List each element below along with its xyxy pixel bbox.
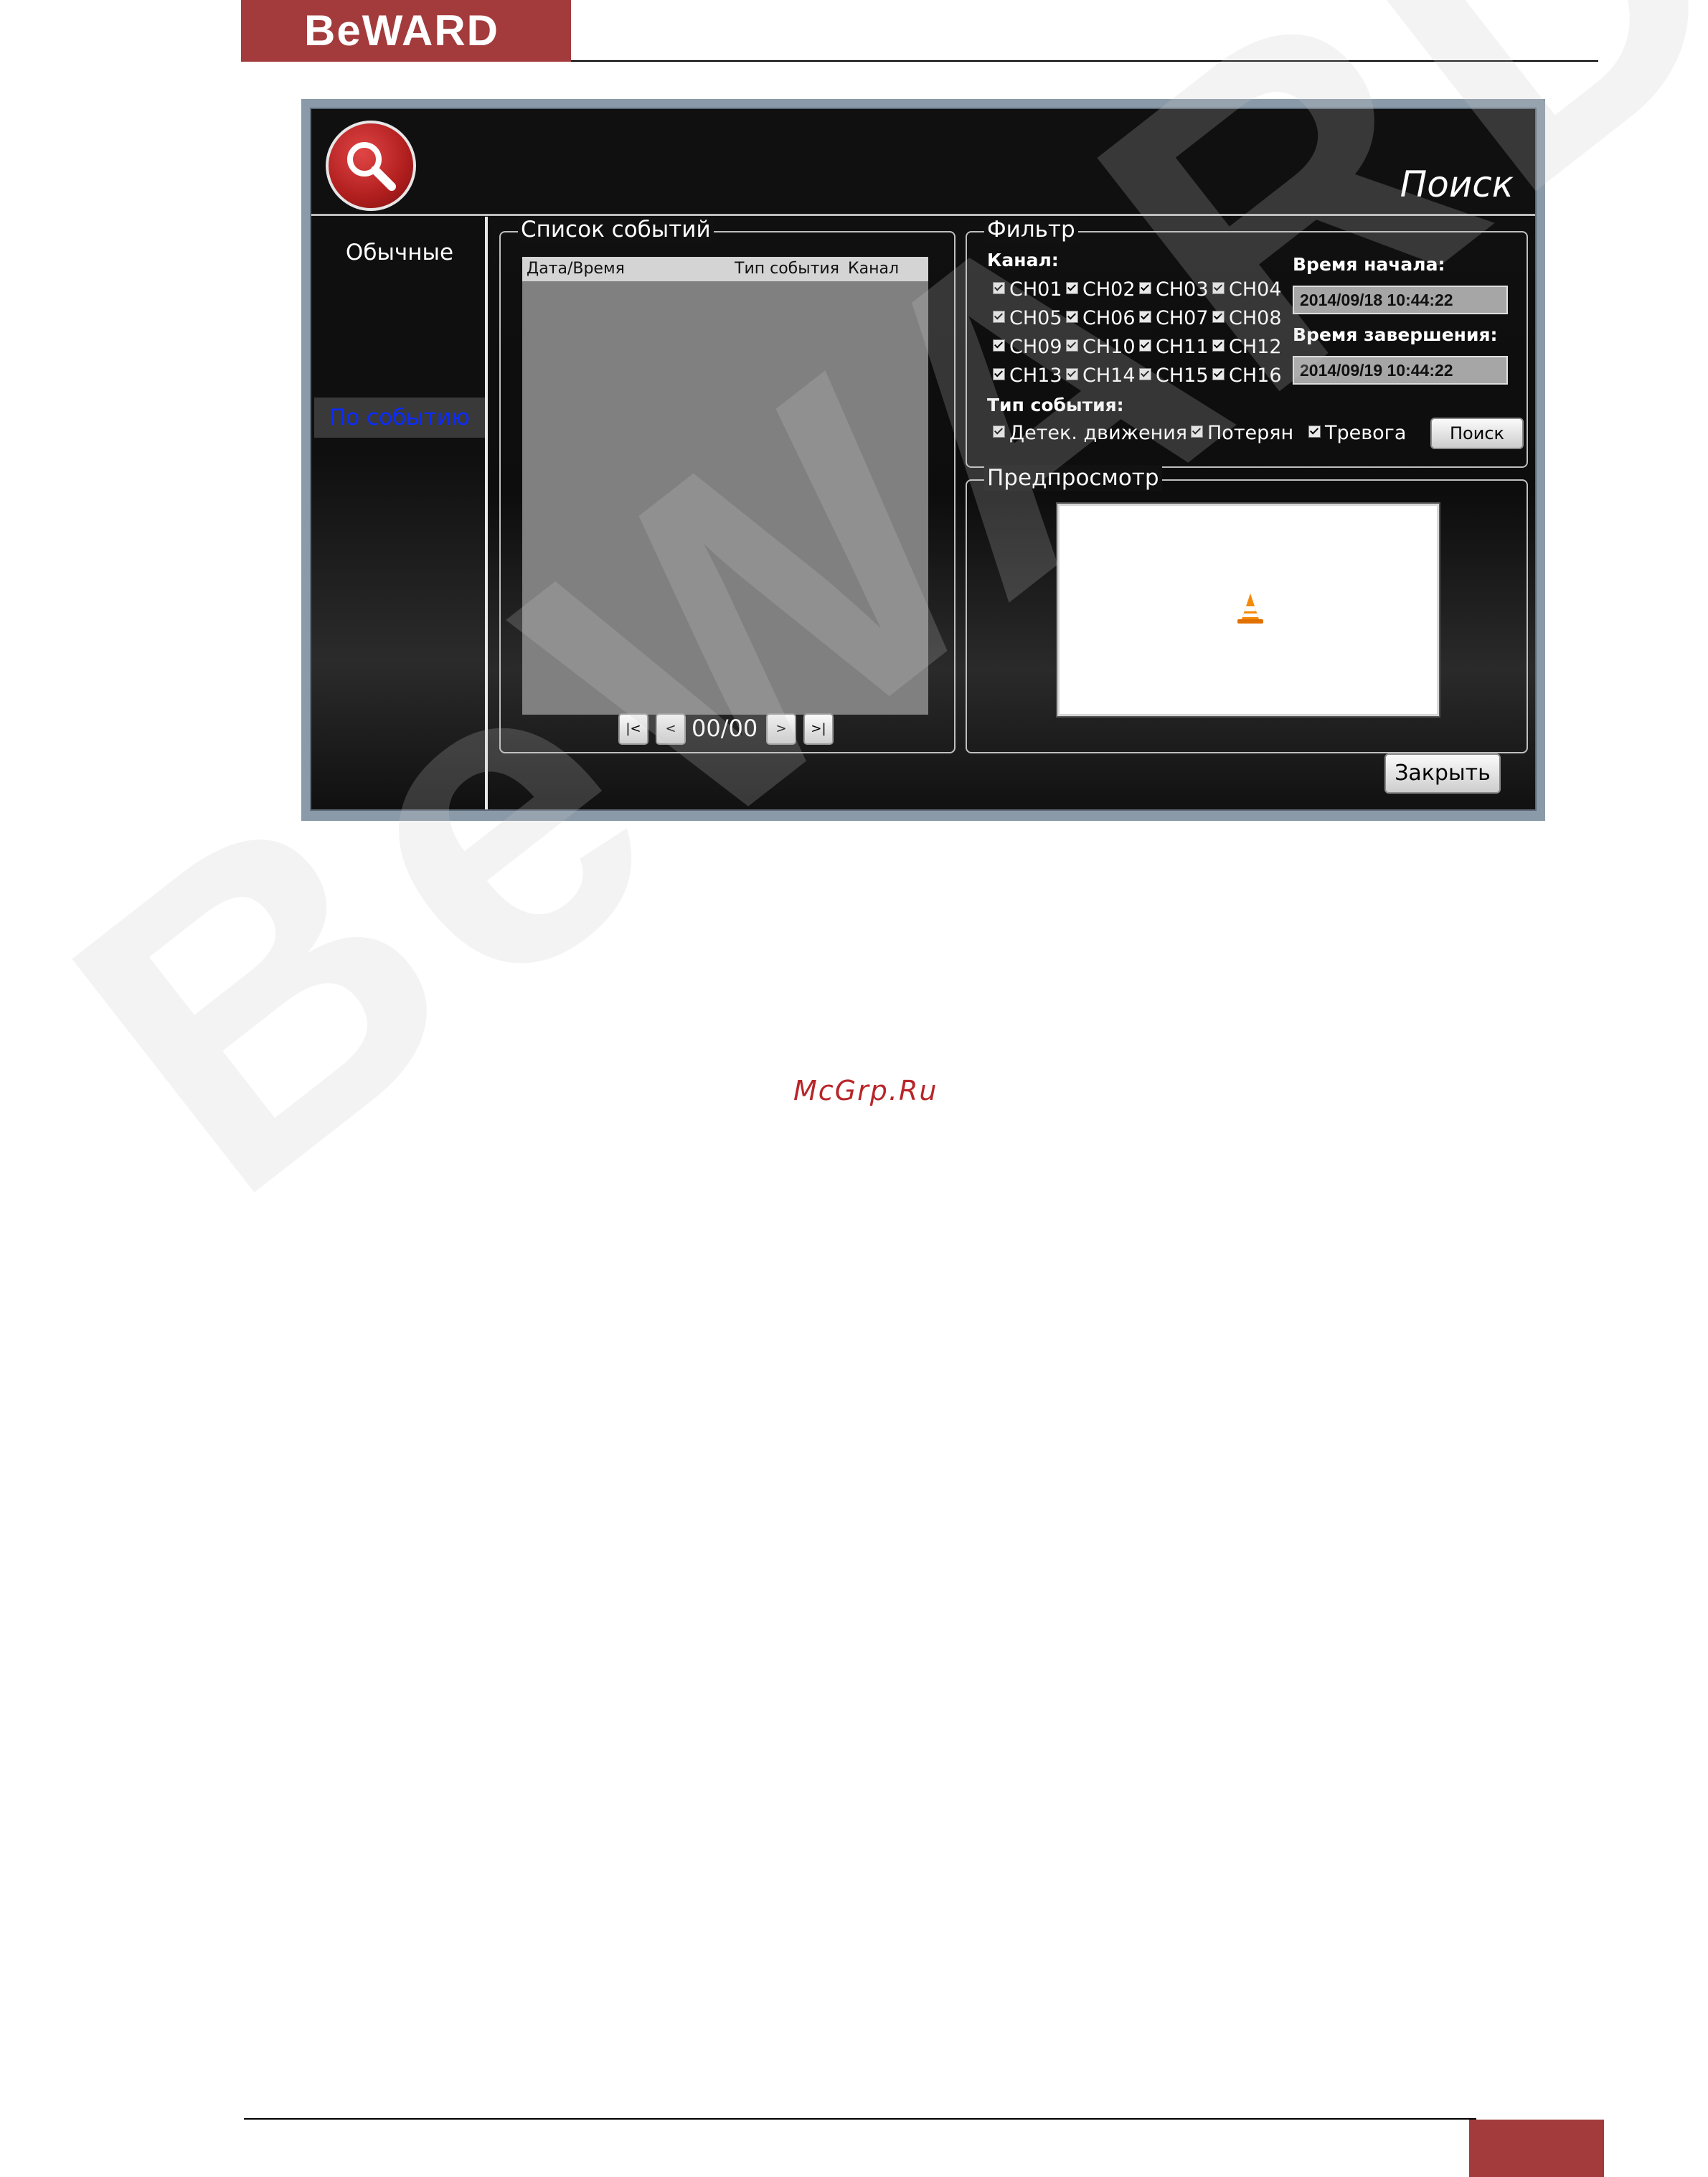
channel-checkbox-ch08[interactable]: CH08 (1212, 307, 1282, 329)
checkbox-check-icon[interactable] (1191, 425, 1203, 438)
event-type-checkbox-motion[interactable]: Детек. движения (993, 422, 1187, 444)
checkbox-check-icon[interactable] (1066, 368, 1078, 380)
checkbox-check-icon[interactable] (1212, 282, 1225, 294)
column-event-type[interactable]: Тип события (735, 260, 839, 278)
channel-checkbox-ch11[interactable]: CH11 (1139, 336, 1209, 358)
event-list-title: Список событий (518, 217, 714, 243)
checkbox-check-icon[interactable] (1066, 339, 1078, 352)
vlc-cone-icon (1237, 593, 1263, 624)
filter-title: Фильтр (984, 217, 1078, 243)
checkbox-check-icon[interactable] (1212, 311, 1225, 323)
channel-checkbox-ch13[interactable]: CH13 (993, 365, 1062, 387)
channel-checkbox-ch02[interactable]: CH02 (1066, 278, 1136, 301)
checkbox-check-icon[interactable] (993, 282, 1005, 294)
start-time-label: Время начала: (1293, 254, 1445, 275)
nav-item-normal[interactable]: Обычные (314, 232, 485, 273)
left-nav: Обычные По событию (311, 217, 488, 809)
checkbox-check-icon[interactable] (993, 339, 1005, 352)
checkbox-check-icon[interactable] (1212, 368, 1225, 380)
channel-checkbox-ch14[interactable]: CH14 (1066, 365, 1136, 387)
preview-title: Предпросмотр (984, 465, 1162, 491)
channel-checkbox-ch05[interactable]: CH05 (993, 307, 1062, 329)
channel-checkbox-ch07[interactable]: CH07 (1139, 307, 1209, 329)
site-mark: McGrp.Ru (793, 1075, 938, 1106)
channel-checkbox-ch03[interactable]: CH03 (1139, 278, 1209, 301)
column-channel[interactable]: Канал (848, 260, 899, 278)
event-list-group: Список событий Дата/Время Тип события Ка… (499, 217, 956, 753)
nav-item-by-event[interactable]: По событию (314, 398, 485, 438)
footer-block (1469, 2120, 1604, 2177)
preview-group: Предпросмотр (966, 465, 1528, 753)
preview-area[interactable] (1057, 504, 1439, 716)
channel-checkbox-ch06[interactable]: CH06 (1066, 307, 1136, 329)
event-table[interactable]: Дата/Время Тип события Канал (522, 257, 928, 715)
filter-group: Фильтр Канал: CH01 CH02 CH03 CH04 CH05 C… (966, 217, 1528, 468)
end-time-input[interactable]: 2014/09/19 10:44:22 (1293, 356, 1508, 385)
pager-prev-button[interactable]: < (656, 713, 686, 745)
channel-checkbox-ch04[interactable]: CH04 (1212, 278, 1282, 301)
end-time-label: Время завершения: (1293, 324, 1498, 345)
channel-label: Канал: (987, 250, 1059, 271)
channel-checkbox-ch16[interactable]: CH16 (1212, 365, 1282, 387)
channel-checkbox-ch10[interactable]: CH10 (1066, 336, 1136, 358)
checkbox-check-icon[interactable] (1212, 339, 1225, 352)
footer-rule (244, 2118, 1476, 2120)
checkbox-check-icon[interactable] (993, 368, 1005, 380)
pager-first-button[interactable]: |< (618, 713, 648, 745)
pager-count: 00/00 (692, 715, 758, 742)
checkbox-check-icon[interactable] (993, 425, 1005, 438)
column-datetime[interactable]: Дата/Время (527, 260, 625, 278)
channel-checkbox-ch09[interactable]: CH09 (993, 336, 1062, 358)
channel-checkbox-ch01[interactable]: CH01 (993, 278, 1062, 301)
brand-logo: BeWARD (241, 0, 571, 62)
search-window: Поиск Обычные По событию Список событий … (301, 99, 1545, 821)
header-rule (571, 60, 1598, 62)
channel-checkbox-ch12[interactable]: CH12 (1212, 336, 1282, 358)
checkbox-check-icon[interactable] (1308, 425, 1321, 438)
event-type-checkbox-alarm[interactable]: Тревога (1308, 422, 1406, 444)
pager-last-button[interactable]: >| (803, 713, 834, 745)
checkbox-check-icon[interactable] (1139, 311, 1151, 323)
magnifier-icon (326, 121, 416, 211)
checkbox-check-icon[interactable] (1066, 311, 1078, 323)
checkbox-check-icon[interactable] (1139, 282, 1151, 294)
checkbox-check-icon[interactable] (1139, 339, 1151, 352)
pager-next-button[interactable]: > (766, 713, 796, 745)
checkbox-check-icon[interactable] (1066, 282, 1078, 294)
search-button[interactable]: Поиск (1430, 418, 1524, 449)
brand-logo-text: BeWARD (304, 6, 500, 55)
checkbox-check-icon[interactable] (1139, 368, 1151, 380)
start-time-input[interactable]: 2014/09/18 10:44:22 (1293, 286, 1508, 314)
event-type-label: Тип события: (987, 395, 1124, 415)
window-body: Поиск Обычные По событию Список событий … (310, 108, 1537, 811)
title-bar: Поиск (311, 109, 1535, 216)
event-table-header: Дата/Время Тип события Канал (522, 257, 928, 281)
close-button[interactable]: Закрыть (1384, 753, 1501, 794)
event-type-checkbox-lost[interactable]: Потерян (1191, 422, 1293, 444)
window-title: Поиск (1400, 164, 1514, 205)
checkbox-check-icon[interactable] (993, 311, 1005, 323)
channel-checkbox-ch15[interactable]: CH15 (1139, 365, 1209, 387)
